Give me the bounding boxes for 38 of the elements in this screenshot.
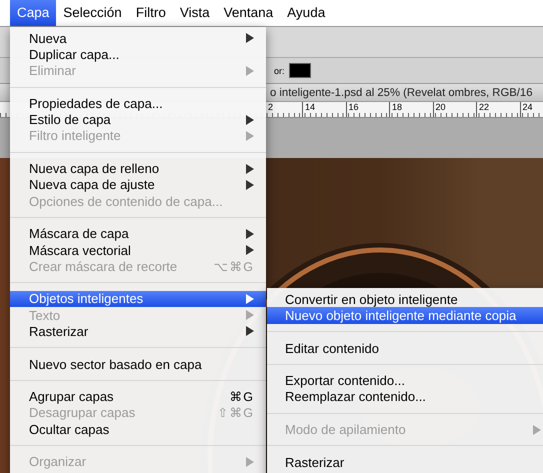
menu-item[interactable]: Nueva capa de ajuste [10, 176, 266, 193]
submenu-arrow-icon [246, 326, 254, 336]
menu-bar-item[interactable]: Capa [10, 0, 56, 26]
submenu-arrow-icon [246, 180, 254, 190]
menu-item[interactable]: Máscara vectorial [10, 242, 266, 258]
document-title: o inteligente-1.psd al 25% (Revelat ombres, RGB/16 [270, 86, 532, 98]
menu-item[interactable]: Rasterizar [267, 454, 543, 470]
menu-bar-item[interactable]: Ventana [216, 0, 280, 26]
menu-bar-item[interactable]: Vista [172, 0, 217, 26]
menu-item[interactable]: Nueva capa de relleno [10, 160, 266, 177]
menu-item[interactable]: Convertir en objeto inteligente [267, 291, 543, 308]
submenu-arrow-icon [246, 164, 254, 174]
menu-bar-item[interactable]: Filtro [128, 0, 173, 26]
submenu-arrow-icon [246, 456, 254, 467]
submenu-arrow-icon [246, 310, 254, 320]
menu-item[interactable]: Nuevo sector basado en capa [10, 356, 266, 372]
submenu-arrow-icon [246, 245, 254, 255]
submenu-arrow-icon [246, 114, 254, 125]
menu-item[interactable]: Nuevo objeto inteligente mediante copia [267, 307, 543, 324]
menu-item[interactable]: Máscara de capa [10, 226, 266, 242]
submenu-arrow-icon [246, 228, 254, 239]
option-label: or: [274, 66, 285, 76]
menu-bar-item[interactable]: Selección [56, 0, 129, 26]
submenu-arrow-icon [246, 294, 254, 304]
submenu-arrow-icon [246, 66, 254, 76]
menu-item[interactable]: Agrupar capas ⌘G [10, 388, 266, 405]
color-swatch[interactable] [288, 63, 311, 78]
menu-bar-item[interactable]: Ayuda [280, 0, 332, 26]
menu-item[interactable]: Objetos inteligentes [10, 290, 266, 308]
menu-item[interactable]: Editar contenido [267, 340, 543, 356]
menu-item[interactable]: Rasterizar [10, 323, 266, 340]
submenu-arrow-icon [246, 130, 254, 141]
menu-item[interactable]: Exportar contenido... [267, 372, 543, 389]
menu-item[interactable]: Reemplazar contenido... [267, 388, 543, 406]
submenu-arrow-icon [246, 33, 254, 44]
menu-item[interactable]: Duplicar capa... [10, 46, 266, 63]
menu-item[interactable]: Ocultar capas [10, 421, 266, 438]
submenu-arrow-icon [533, 424, 541, 435]
